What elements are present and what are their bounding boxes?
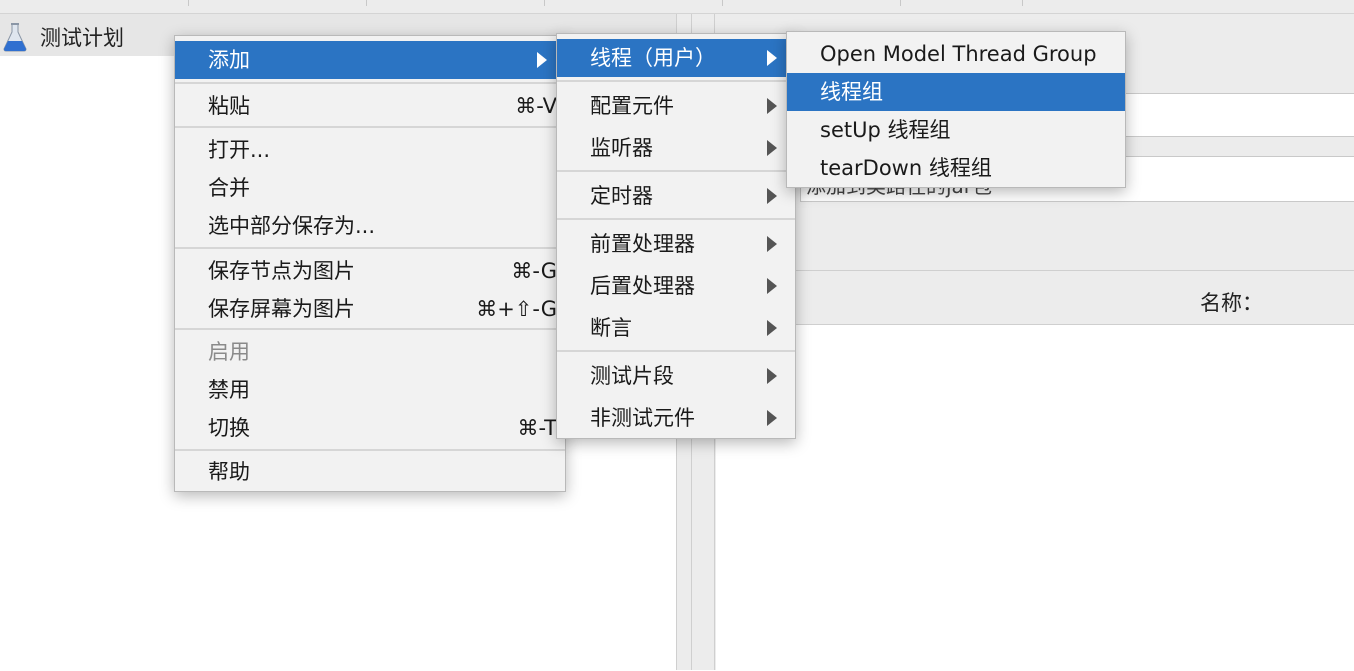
menu-separator xyxy=(175,82,565,84)
toolbar-separator xyxy=(900,0,901,6)
menu-item-thread-group[interactable]: 线程组 xyxy=(787,73,1125,111)
submenu-arrow-icon xyxy=(767,50,777,66)
menu-item-save-screen-as-image[interactable]: 保存屏幕为图片 ⌘+⇧-G xyxy=(175,290,565,328)
menu-item-label: 合并 xyxy=(208,176,250,200)
menu-item-label: 禁用 xyxy=(208,378,250,402)
menu-separator xyxy=(175,328,565,330)
menu-item-label: 选中部分保存为... xyxy=(208,214,376,238)
submenu-arrow-icon xyxy=(537,52,547,68)
submenu-arrow-icon xyxy=(767,188,777,204)
menu-separator xyxy=(175,449,565,451)
menu-item-save-node-as-image[interactable]: 保存节点为图片 ⌘-G xyxy=(175,252,565,290)
menu-item-label: 启用 xyxy=(208,340,250,364)
toolbar-separator xyxy=(544,0,545,6)
menu-item-label: 后置处理器 xyxy=(590,274,695,298)
shortcut-label: ⌘+⇧-G xyxy=(476,297,557,321)
menu-item-config-element[interactable]: 配置元件 xyxy=(557,87,795,125)
menu-item-label: 配置元件 xyxy=(590,94,674,118)
menu-item-pre-processor[interactable]: 前置处理器 xyxy=(557,225,795,263)
menu-item-label: 非测试元件 xyxy=(590,406,695,430)
menu-item-setup-thread-group[interactable]: setUp 线程组 xyxy=(787,111,1125,149)
shortcut-label: ⌘-T xyxy=(517,416,557,440)
top-toolbar xyxy=(0,0,1354,14)
submenu-arrow-icon xyxy=(767,320,777,336)
menu-separator xyxy=(557,218,795,220)
shortcut-label: ⌘-G xyxy=(511,259,557,283)
menu-item-label: tearDown 线程组 xyxy=(820,156,992,180)
toolbar-separator xyxy=(366,0,367,6)
menu-item-label: 定时器 xyxy=(590,184,653,208)
menu-item-label: 保存屏幕为图片 xyxy=(208,297,355,321)
menu-item-label: 粘贴 xyxy=(208,94,250,118)
context-menu: 添加 粘贴 ⌘-V 打开... 合并 选中部分保存为... 保存节点为图片 ⌘-… xyxy=(174,35,566,492)
menu-item-label: 断言 xyxy=(590,316,632,340)
section-divider xyxy=(716,270,1354,271)
menu-item-open-model-thread-group[interactable]: Open Model Thread Group xyxy=(787,35,1125,73)
menu-separator xyxy=(175,126,565,128)
menu-separator xyxy=(557,80,795,82)
menu-separator xyxy=(557,350,795,352)
menu-item-label: 测试片段 xyxy=(590,364,674,388)
menu-item-label: 保存节点为图片 xyxy=(208,259,355,283)
menu-item-save-selection-as[interactable]: 选中部分保存为... xyxy=(175,207,565,245)
menu-item-label: setUp 线程组 xyxy=(820,118,951,142)
menu-item-label: 添加 xyxy=(208,48,250,72)
menu-item-label: Open Model Thread Group xyxy=(820,42,1097,66)
submenu-arrow-icon xyxy=(767,140,777,156)
classpath-table[interactable] xyxy=(716,324,1354,671)
submenu-arrow-icon xyxy=(767,410,777,426)
menu-item-label: 打开... xyxy=(208,138,271,162)
menu-item-threads-users[interactable]: 线程（用户） xyxy=(557,39,795,77)
menu-item-add[interactable]: 添加 xyxy=(175,41,565,79)
submenu-arrow-icon xyxy=(767,278,777,294)
name-column-header: 名称： xyxy=(1200,291,1263,315)
toolbar-separator xyxy=(188,0,189,6)
menu-item-open[interactable]: 打开... xyxy=(175,131,565,169)
menu-item-test-fragment[interactable]: 测试片段 xyxy=(557,357,795,395)
menu-item-enable: 启用 xyxy=(175,333,565,371)
flask-icon xyxy=(3,23,27,52)
submenu-arrow-icon xyxy=(767,98,777,114)
menu-item-label: 线程组 xyxy=(820,80,883,104)
menu-item-timer[interactable]: 定时器 xyxy=(557,177,795,215)
menu-item-help[interactable]: 帮助 xyxy=(175,453,565,491)
menu-item-label: 帮助 xyxy=(208,460,250,484)
menu-item-toggle[interactable]: 切换 ⌘-T xyxy=(175,409,565,447)
menu-item-label: 前置处理器 xyxy=(590,232,695,256)
menu-separator xyxy=(175,247,565,249)
menu-item-label: 切换 xyxy=(208,416,250,440)
menu-item-non-test-elements[interactable]: 非测试元件 xyxy=(557,399,795,437)
toolbar-separator xyxy=(722,0,723,6)
tree-node-label: 测试计划 xyxy=(40,26,124,50)
menu-separator xyxy=(557,170,795,172)
menu-item-post-processor[interactable]: 后置处理器 xyxy=(557,267,795,305)
submenu-arrow-icon xyxy=(767,236,777,252)
menu-item-listener[interactable]: 监听器 xyxy=(557,129,795,167)
menu-item-label: 监听器 xyxy=(590,136,653,160)
submenu-arrow-icon xyxy=(767,368,777,384)
menu-item-merge[interactable]: 合并 xyxy=(175,169,565,207)
menu-item-paste[interactable]: 粘贴 ⌘-V xyxy=(175,87,565,125)
menu-item-label: 线程（用户） xyxy=(590,46,716,70)
add-submenu: 线程（用户） 配置元件 监听器 定时器 前置处理器 后置处理器 断言 测试片段 … xyxy=(556,33,796,439)
menu-item-disable[interactable]: 禁用 xyxy=(175,371,565,409)
threads-submenu: Open Model Thread Group 线程组 setUp 线程组 te… xyxy=(786,31,1126,188)
menu-item-teardown-thread-group[interactable]: tearDown 线程组 xyxy=(787,149,1125,187)
shortcut-label: ⌘-V xyxy=(515,94,557,118)
toolbar-separator xyxy=(1022,0,1023,6)
menu-item-assertion[interactable]: 断言 xyxy=(557,309,795,347)
